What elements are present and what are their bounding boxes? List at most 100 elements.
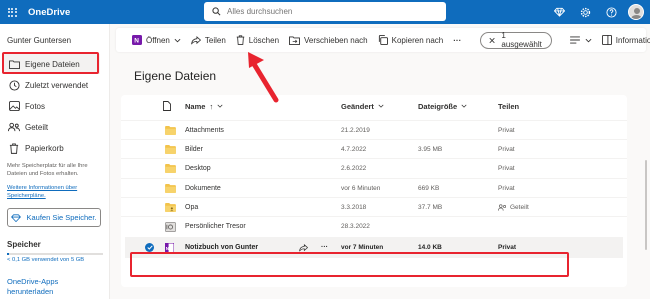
folder-icon (165, 140, 176, 159)
column-header-modified[interactable]: Geändert (341, 95, 384, 117)
sidebar-item-geteilt[interactable]: Geteilt (4, 117, 100, 137)
move-to-button[interactable]: Verschieben nach (284, 28, 373, 52)
info-button[interactable]: Informationen (597, 28, 650, 52)
app-brand[interactable]: OneDrive (28, 7, 70, 18)
photo-icon (8, 100, 20, 112)
copy-icon (378, 35, 388, 45)
premium-button[interactable] (546, 0, 572, 24)
shared-folder-icon (165, 198, 176, 217)
share-icon (190, 35, 201, 45)
column-header-sharing[interactable]: Teilen (498, 95, 519, 117)
column-header-size[interactable]: Dateigröße (418, 95, 467, 117)
top-bar: OneDrive (0, 0, 650, 24)
file-sharing: Privat (498, 179, 515, 198)
view-options-button[interactable] (565, 28, 597, 52)
table-row[interactable]: Persönlicher Tresor 28.3.2022 (121, 216, 627, 235)
file-sharing-label: Privat (498, 127, 515, 134)
sidebar-item-label: Zuletzt verwendet (25, 80, 89, 90)
file-name[interactable]: Dokumente (185, 179, 221, 198)
buy-storage-button[interactable]: Kaufen Sie Speicher. (7, 208, 101, 227)
svg-text:N: N (134, 38, 139, 45)
file-modified: 2.6.2022 (341, 165, 367, 173)
chevron-down-icon (378, 104, 384, 108)
sidebar-item-zuletzt-verwendet[interactable]: Zuletzt verwendet (4, 75, 100, 95)
file-modified: 21.2.2019 (341, 127, 370, 134)
settings-gear-icon (580, 7, 590, 17)
share-label: Teilen (204, 35, 226, 45)
highlight-box-selected-row (130, 252, 569, 277)
file-modified: 4.7.2022 (341, 146, 367, 154)
app-launcher-button[interactable] (0, 0, 24, 24)
sidebar-item-fotos[interactable]: Fotos (4, 96, 100, 116)
vault-icon (165, 217, 176, 236)
onedrive-apps-link[interactable]: OneDrive-Apps herunterladen (7, 277, 105, 297)
info-icon (601, 35, 612, 45)
help-button[interactable] (598, 0, 624, 24)
svg-text:N: N (166, 246, 169, 251)
storage-title: Speicher (7, 240, 41, 249)
shared-icon (498, 204, 507, 211)
clock-icon (8, 79, 20, 91)
checkmark-icon (145, 243, 154, 253)
open-button[interactable]: N Öffnen (116, 28, 186, 52)
file-name[interactable]: Bilder (185, 140, 203, 159)
file-type-header-icon[interactable] (163, 95, 171, 117)
folder-icon (165, 121, 176, 140)
storage-plans-link[interactable]: Weitere Informationen über Speicherpläne… (7, 184, 107, 200)
share-icon (299, 243, 308, 252)
highlight-box-sidebar (2, 52, 99, 74)
copy-to-button[interactable]: Kopieren nach (373, 28, 449, 52)
file-sharing-label: Privat (498, 165, 515, 173)
file-size: 669 KB (418, 184, 440, 192)
trash-icon (8, 142, 20, 154)
file-sharing-label: Privat (498, 184, 515, 192)
buy-storage-label: Kaufen Sie Speicher. (26, 213, 97, 222)
command-bar: N Öffnen Teilen Löschen Verschieben nach… (116, 28, 650, 52)
file-modified: vor 6 Minuten (341, 184, 381, 192)
file-name[interactable]: Attachments (185, 121, 224, 140)
chevron-down-icon (217, 104, 223, 108)
scrollbar-thumb[interactable] (645, 160, 647, 250)
storage-note: Mehr Speicherplatz für alle Ihre Dateien… (7, 163, 88, 177)
table-row[interactable]: Bilder 4.7.2022 3.95 MB Privat (121, 139, 627, 158)
trash-icon (236, 35, 245, 45)
settings-button[interactable] (572, 0, 598, 24)
file-sharing-label: Privat (498, 244, 517, 252)
file-name[interactable]: Desktop (185, 159, 211, 178)
file-sharing-label: Privat (498, 146, 515, 154)
selection-count-label: 1 ausgewählt (501, 31, 542, 49)
column-header-name-label: Name (185, 101, 206, 111)
storage-used-text[interactable]: < 0,1 GB verwendet von 5 GB (7, 257, 84, 263)
selection-count-pill[interactable]: 1 ausgewählt (480, 31, 552, 49)
open-label: Öffnen (146, 35, 170, 45)
page-title: Eigene Dateien (134, 69, 217, 83)
more-actions-button[interactable]: ··· (448, 28, 466, 52)
help-icon (605, 6, 617, 18)
file-sharing: Privat (498, 140, 515, 159)
folder-icon (165, 159, 176, 178)
onenote-icon: N (132, 35, 142, 45)
file-modified: 3.3.2018 (341, 203, 367, 211)
avatar[interactable] (628, 4, 644, 20)
search-box[interactable] (204, 2, 446, 21)
sidebar-item-papierkorb[interactable]: Papierkorb (4, 138, 100, 158)
table-row[interactable]: Attachments 21.2.2019 Privat (121, 120, 627, 139)
table-row[interactable]: Opa 3.3.2018 37.7 MB Geteilt (121, 196, 627, 217)
file-icon (163, 101, 171, 111)
delete-button[interactable]: Löschen (231, 28, 284, 52)
folder-icon (165, 179, 176, 198)
diamond-icon (11, 213, 22, 222)
table-row[interactable]: Desktop 2.6.2022 Privat (121, 158, 627, 177)
column-header-name[interactable]: Name ↑ (185, 95, 223, 117)
move-to-label: Verschieben nach (304, 35, 368, 45)
file-name[interactable]: Persönlicher Tresor (185, 217, 246, 236)
table-row[interactable]: Dokumente vor 6 Minuten 669 KB Privat (121, 177, 627, 198)
file-name[interactable]: Opa (185, 198, 198, 217)
storage-progress-bar (7, 253, 103, 255)
share-button[interactable]: Teilen (186, 28, 231, 52)
chevron-down-icon (461, 104, 467, 108)
chevron-down-icon (585, 38, 592, 42)
search-input[interactable] (227, 7, 427, 16)
column-header-sharing-label: Teilen (498, 101, 520, 111)
shared-icon (8, 121, 20, 133)
